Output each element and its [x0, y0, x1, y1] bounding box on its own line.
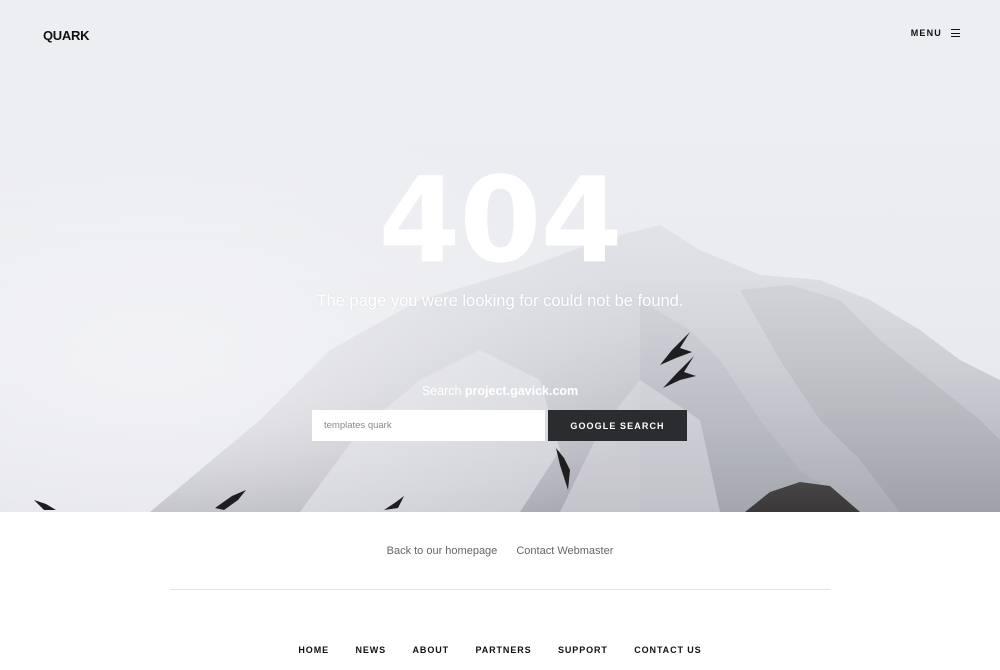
homepage-link[interactable]: Back to our homepage — [387, 545, 498, 557]
footer-nav: HOME NEWS ABOUT PARTNERS SUPPORT CONTACT… — [0, 640, 1000, 658]
contact-webmaster-link[interactable]: Contact Webmaster — [516, 545, 613, 557]
footer-nav-contact-us[interactable]: CONTACT US — [634, 645, 701, 655]
hamburger-icon — [951, 29, 960, 37]
hero-section: QUARK MENU 404 The page you were looking… — [0, 0, 1000, 512]
help-links: Back to our homepage Contact Webmaster — [0, 545, 1000, 557]
google-search-button[interactable]: GOOGLE SEARCH — [548, 410, 687, 441]
footer-nav-partners[interactable]: PARTNERS — [475, 645, 531, 655]
divider — [170, 589, 831, 590]
search-caption-prefix: Search — [421, 384, 462, 398]
search-caption-site: project.gavick.com — [464, 384, 579, 398]
menu-toggle-button[interactable]: MENU — [911, 28, 960, 38]
search-caption: Search project.gavick.com — [0, 384, 1000, 398]
footer-nav-home[interactable]: HOME — [298, 645, 329, 655]
footer-nav-about[interactable]: ABOUT — [413, 645, 450, 655]
site-logo[interactable]: QUARK — [43, 28, 89, 43]
footer-nav-news[interactable]: NEWS — [355, 645, 386, 655]
footer-nav-support[interactable]: SUPPORT — [558, 645, 608, 655]
search-input[interactable] — [312, 410, 545, 441]
menu-label: MENU — [910, 28, 942, 38]
error-message: The page you were looking for could not … — [316, 292, 684, 310]
error-code-heading: 404 — [378, 151, 622, 289]
